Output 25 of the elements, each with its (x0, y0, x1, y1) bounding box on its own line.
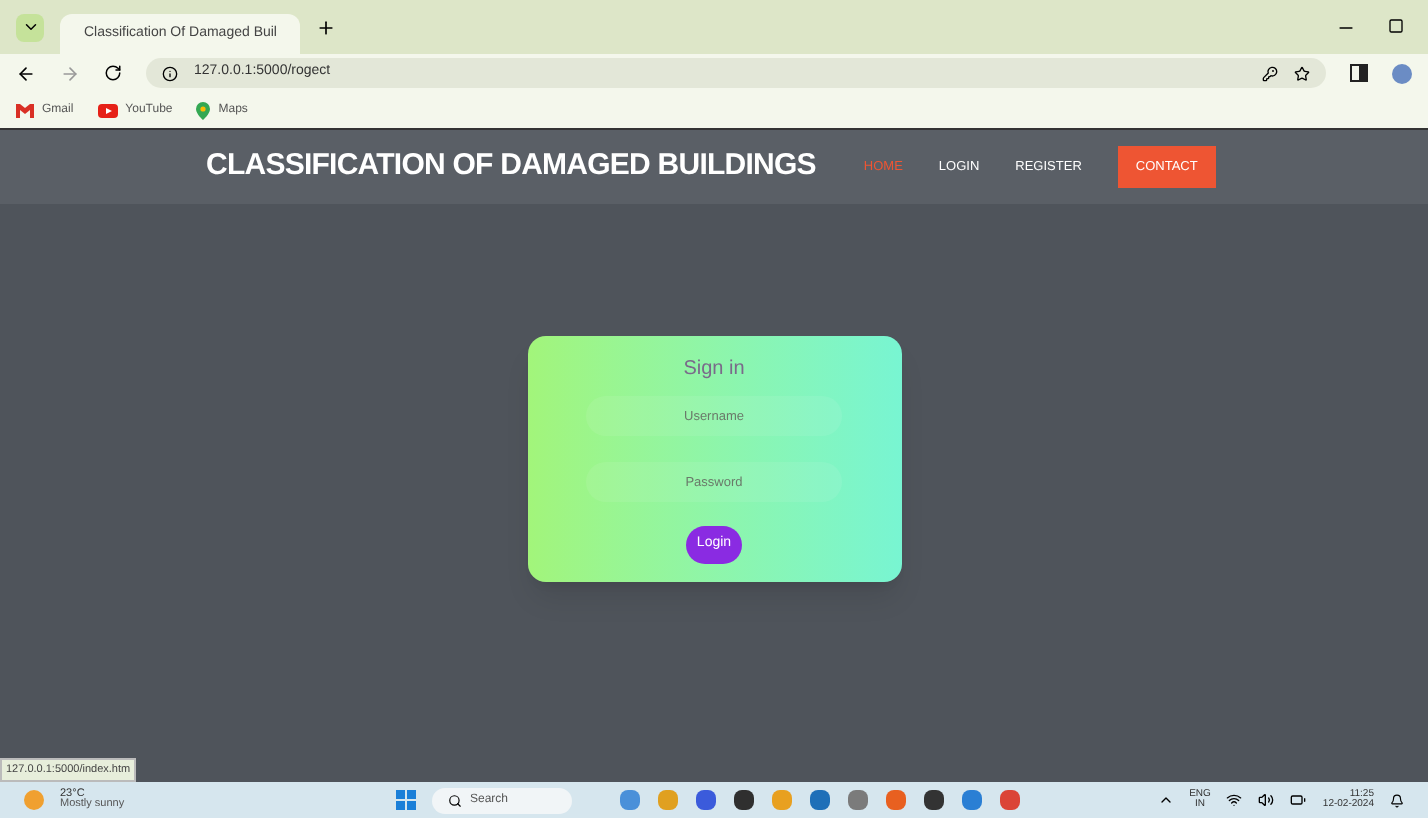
mail-icon (16, 103, 34, 117)
maximize-icon[interactable] (1388, 17, 1404, 33)
star-icon[interactable] (1294, 65, 1310, 81)
sun-icon (24, 790, 44, 810)
key-icon[interactable] (1262, 65, 1278, 81)
chevron-up-icon[interactable] (1157, 792, 1174, 808)
wifi-icon[interactable] (1226, 792, 1243, 808)
sign-in-title: Sign in (683, 356, 745, 384)
search-icon (448, 793, 462, 807)
map-pin-icon (196, 101, 211, 119)
new-tab-icon[interactable] (316, 17, 336, 37)
profile-avatar[interactable] (1392, 63, 1412, 83)
battery-icon[interactable] (1290, 792, 1307, 808)
tab-list-button[interactable] (16, 13, 44, 41)
volume-icon[interactable] (1258, 792, 1275, 808)
sidebar-icon[interactable] (1350, 64, 1368, 82)
notification-icon[interactable] (1390, 793, 1404, 807)
windows-icon[interactable] (396, 790, 416, 810)
site-title: CLASSIFICATION OF DAMAGED BUILDINGS (206, 146, 816, 187)
chevron-down-icon (21, 18, 39, 36)
reload-icon[interactable] (104, 64, 122, 82)
back-icon[interactable] (16, 63, 36, 83)
info-icon (162, 65, 178, 81)
forward-icon[interactable] (60, 63, 80, 83)
play-icon (97, 103, 118, 117)
